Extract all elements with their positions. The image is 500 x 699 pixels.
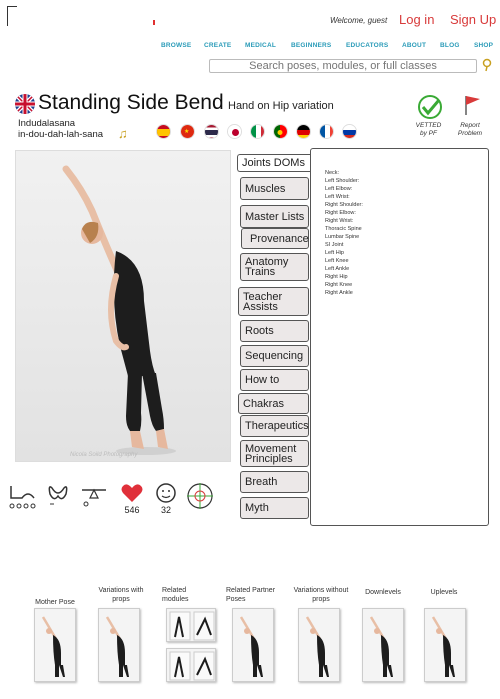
red-dot: [153, 20, 155, 25]
variations-with-props-thumbnail[interactable]: [98, 608, 140, 682]
nav-medical[interactable]: MEDICAL: [245, 42, 276, 49]
tab-master-lists[interactable]: Master Lists: [240, 205, 309, 228]
vetted-label: VETTED by PF: [415, 122, 442, 137]
related-modules-label: Related modules: [162, 587, 189, 603]
audio-note-icon[interactable]: ♫: [118, 126, 128, 141]
russian-flag-icon[interactable]: [342, 124, 357, 139]
tab-sequencing[interactable]: Sequencing: [240, 345, 309, 367]
related-partner-thumbnail[interactable]: [232, 608, 274, 682]
german-flag-icon[interactable]: [296, 124, 311, 139]
report-problem-label[interactable]: Report Problem: [452, 122, 488, 138]
variation-subtitle: Hand on Hip variation: [228, 100, 334, 112]
variations-with-props-label: Variations with props: [98, 587, 144, 603]
joint-item: Right Shoulder:: [325, 202, 363, 208]
thai-flag-icon[interactable]: [204, 124, 219, 139]
joint-list: Neck: Left Shoulder: Left Elbow: Left Wr…: [325, 169, 363, 297]
joint-item: Left Knee: [325, 258, 349, 264]
nav-about[interactable]: ABOUT: [402, 42, 426, 49]
pretzel-icon[interactable]: [46, 482, 70, 513]
french-flag-icon[interactable]: [319, 124, 334, 139]
italian-flag-icon[interactable]: [250, 124, 265, 139]
uk-flag-icon[interactable]: [15, 94, 35, 114]
tab-provenance[interactable]: Provenance: [241, 228, 309, 249]
tab-joints-doms[interactable]: Joints DOMs: [237, 154, 311, 172]
photo-credit: Nicola Soild Photography: [70, 452, 138, 458]
sequence-flow-icon[interactable]: [8, 482, 38, 515]
page-title: Standing Side Bend: [38, 91, 224, 114]
tab-chakras[interactable]: Chakras: [238, 393, 309, 414]
tab-how-to[interactable]: How to: [240, 369, 309, 391]
joint-item: Left Hip: [325, 250, 344, 256]
signup-link[interactable]: Sign Up: [450, 12, 496, 27]
welcome-text: Welcome, guest: [330, 16, 388, 25]
chinese-flag-icon[interactable]: ★: [180, 124, 195, 139]
uplevels-label: Uplevels: [430, 589, 458, 596]
compass-target-icon[interactable]: [186, 482, 214, 515]
joint-item: Left Wrist:: [325, 194, 350, 200]
search-input[interactable]: [209, 59, 477, 73]
joint-item: Right Ankle: [325, 290, 353, 296]
joint-item: Left Ankle: [325, 266, 350, 272]
joint-item: SI Joint: [325, 242, 344, 248]
tab-movement-principles[interactable]: Movement Principles: [240, 440, 309, 467]
tab-anatomy-trains[interactable]: Anatomy Trains: [240, 253, 309, 281]
nav-educators[interactable]: EDUCATORS: [346, 42, 388, 49]
nav-beginners[interactable]: BEGINNERS: [291, 42, 331, 49]
tab-therapeutics[interactable]: Therapeutics: [240, 415, 309, 437]
tab-roots[interactable]: Roots: [240, 320, 309, 342]
tab-myth[interactable]: Myth: [240, 497, 309, 519]
joint-item: Right Wrist:: [325, 218, 354, 224]
variations-without-props-label: Variations without props: [293, 587, 349, 603]
tab-teacher-assists[interactable]: Teacher Assists: [238, 287, 309, 316]
nav-create[interactable]: CREATE: [204, 42, 231, 49]
joint-item: Lumbar Spine: [325, 234, 360, 240]
phonetic-name: in-dou-dah-lah-sana: [18, 129, 104, 140]
joint-item: Right Knee: [325, 282, 353, 288]
related-module-thumbnail[interactable]: [166, 648, 216, 682]
sanskrit-name: Indudalasana: [18, 118, 76, 129]
joint-item: Thoracic Spine: [325, 226, 362, 232]
balance-icon[interactable]: [80, 482, 108, 513]
likes-count: 546: [124, 505, 140, 515]
report-flag-icon[interactable]: [463, 94, 483, 121]
uplevels-thumbnail[interactable]: [424, 608, 466, 682]
joint-item: Neck:: [325, 170, 340, 176]
related-partner-poses-label: Related Partner Poses: [226, 587, 276, 603]
login-link[interactable]: Log in: [399, 12, 434, 27]
japanese-flag-icon[interactable]: [227, 124, 242, 139]
variations-without-props-thumbnail[interactable]: [298, 608, 340, 682]
joint-item: Right Elbow:: [325, 210, 356, 216]
vetted-check-icon: [417, 94, 443, 125]
joint-item: Left Elbow:: [325, 186, 353, 192]
downlevels-label: Downlevels: [365, 589, 401, 596]
search-icon[interactable]: [481, 58, 493, 75]
joint-item: Right Hip: [325, 274, 348, 280]
tab-breath[interactable]: Breath: [240, 471, 309, 493]
mother-pose-label: Mother Pose: [35, 599, 75, 606]
related-module-thumbnail[interactable]: [166, 608, 216, 642]
svg-text:★: ★: [184, 128, 189, 135]
corner-bracket: [7, 6, 17, 26]
spanish-flag-icon[interactable]: [156, 124, 171, 139]
pose-figure-illustration: [62, 165, 176, 455]
portuguese-flag-icon[interactable]: [273, 124, 288, 139]
tab-muscles[interactable]: Muscles: [240, 177, 309, 200]
nav-shop[interactable]: SHOP: [474, 42, 493, 49]
nav-browse[interactable]: BROWSE: [161, 42, 191, 49]
nav-blog[interactable]: BLOG: [440, 42, 460, 49]
mother-pose-thumbnail[interactable]: [34, 608, 76, 682]
smiles-count: 32: [160, 505, 171, 515]
pose-photo: [15, 150, 231, 462]
downlevels-thumbnail[interactable]: [362, 608, 404, 682]
joint-item: Left Shoulder:: [325, 178, 360, 184]
